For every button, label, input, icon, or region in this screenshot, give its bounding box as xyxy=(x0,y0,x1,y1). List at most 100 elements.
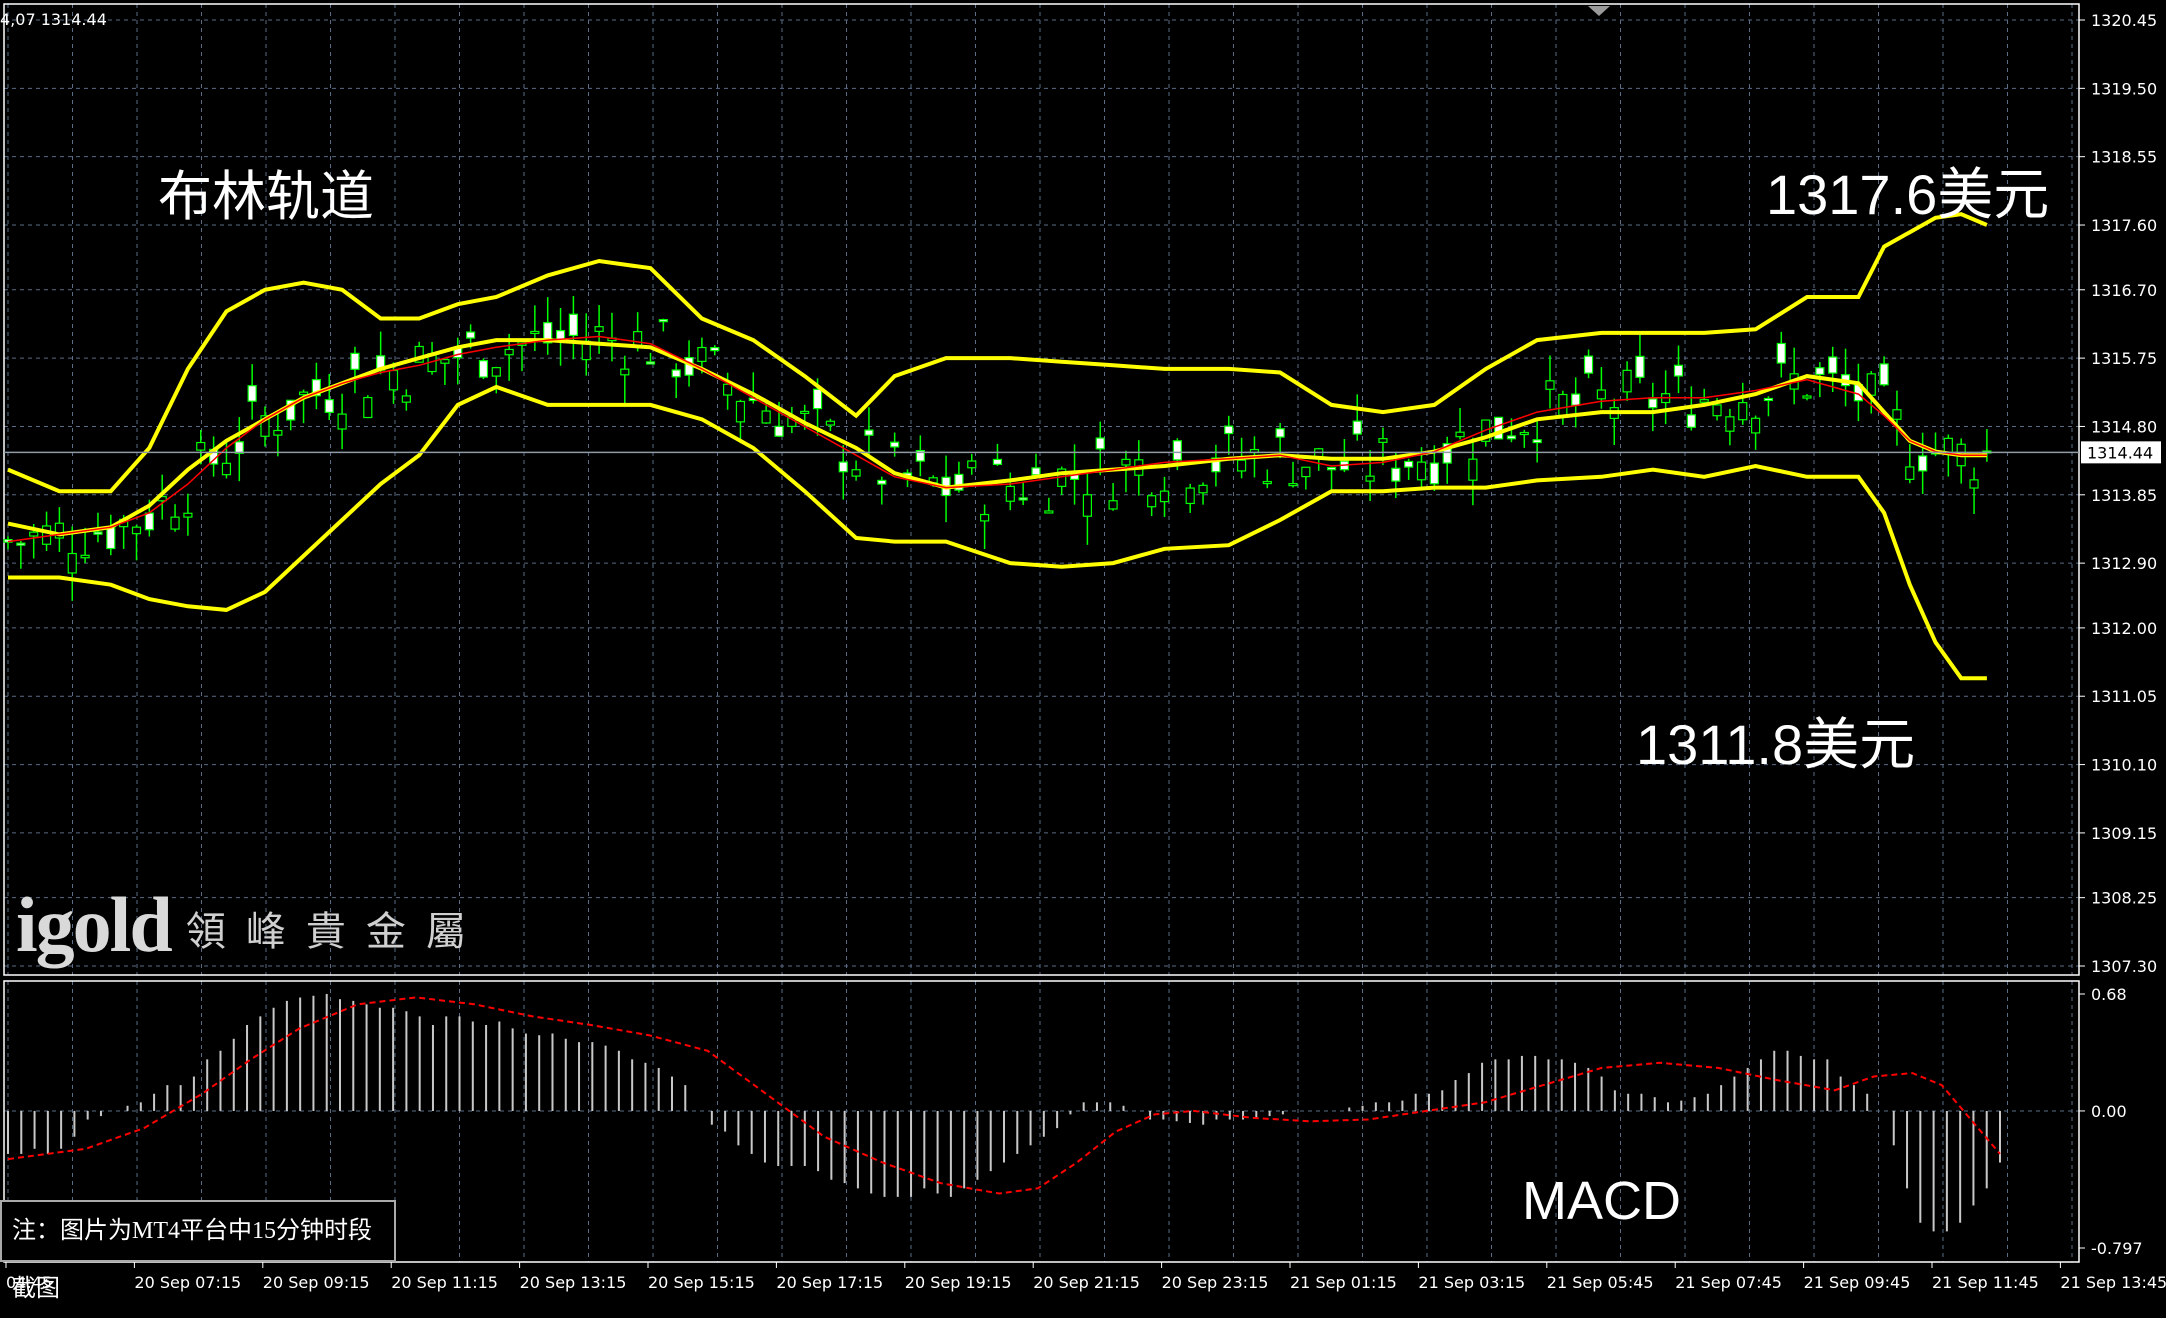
candle xyxy=(1352,394,1362,441)
chart-annotation-title: 布林轨道 xyxy=(158,165,374,228)
candle-body xyxy=(1468,458,1478,481)
candle xyxy=(1121,450,1131,493)
candle xyxy=(401,389,411,411)
candle xyxy=(260,406,270,447)
candle-body xyxy=(568,313,579,337)
candle xyxy=(710,345,720,356)
candle xyxy=(1725,408,1735,446)
candle-body xyxy=(1558,393,1568,417)
candle xyxy=(54,507,65,553)
candle xyxy=(915,435,925,477)
price-tick-label: 1312.90 xyxy=(2091,554,2157,573)
candle xyxy=(1776,331,1786,378)
candle xyxy=(1262,469,1272,489)
low-price-annotation: 1311.8美元 xyxy=(1636,713,1916,776)
time-tick-label: 21 Sep 11:45 xyxy=(1932,1273,2039,1292)
candle xyxy=(877,476,887,505)
candle-body xyxy=(1455,431,1465,438)
candle-body xyxy=(1352,420,1362,435)
candle xyxy=(1828,346,1838,393)
macd-label: MACD xyxy=(1522,1171,1681,1231)
candle xyxy=(1673,345,1684,394)
candle xyxy=(1622,361,1632,401)
candle-body xyxy=(1763,397,1774,402)
candle-body xyxy=(29,531,39,537)
candle-body xyxy=(1596,389,1607,400)
price-tick-label: 1319.50 xyxy=(2091,79,2157,98)
candle xyxy=(555,307,566,366)
candle xyxy=(1057,466,1067,496)
candle xyxy=(1545,355,1555,409)
candle-body xyxy=(1198,484,1208,494)
candle-body xyxy=(273,429,283,436)
candle-body xyxy=(1892,409,1902,420)
candle xyxy=(1082,470,1093,545)
time-tick-label: 20 Sep 19:15 xyxy=(905,1273,1012,1292)
candle xyxy=(568,295,579,360)
macd-tick-label: 0.68 xyxy=(2091,985,2127,1004)
candle-body xyxy=(645,361,656,365)
candle-body xyxy=(1044,510,1054,514)
candle-body xyxy=(1725,416,1735,432)
candle xyxy=(1018,481,1028,506)
moving-average-red-line xyxy=(7,335,1987,543)
candle-body xyxy=(1905,466,1915,480)
chart-shift-marker[interactable] xyxy=(1588,6,1610,16)
candle-body xyxy=(1943,437,1953,454)
candle xyxy=(1879,356,1889,387)
candle xyxy=(1326,466,1337,493)
candle xyxy=(1211,444,1221,487)
price-tick-label: 1307.30 xyxy=(2091,957,2157,976)
candle-body xyxy=(1686,414,1696,428)
candle xyxy=(1493,416,1504,440)
candle-body xyxy=(1108,500,1118,510)
candle-body xyxy=(1750,417,1761,434)
candle-body xyxy=(1404,460,1414,468)
time-tick-label: 20 Sep 11:15 xyxy=(391,1273,498,1292)
time-tick-label: 21 Sep 03:15 xyxy=(1418,1273,1525,1292)
candle xyxy=(311,362,321,410)
candle-body xyxy=(1532,439,1542,444)
candle xyxy=(131,524,142,561)
candle xyxy=(1609,398,1619,445)
candle-body xyxy=(1301,466,1311,478)
candle-body xyxy=(1969,479,1979,489)
candle-body xyxy=(440,358,450,364)
candle-body xyxy=(183,512,193,518)
candle-body xyxy=(1378,438,1388,443)
macd-tick-label: -0.797 xyxy=(2091,1239,2143,1258)
candle-body xyxy=(1699,399,1709,403)
candle-body xyxy=(555,330,566,340)
candle-body xyxy=(1879,363,1889,386)
candle-body xyxy=(1802,395,1812,399)
candle-body xyxy=(825,420,836,426)
price-tick-label: 1313.85 xyxy=(2091,486,2157,505)
candle-body xyxy=(1159,490,1170,503)
candle xyxy=(594,305,604,354)
candle xyxy=(427,342,437,375)
current-price-tag: 1314.44 xyxy=(2081,441,2161,464)
candle xyxy=(1442,436,1452,484)
price-tick-label: 1314.80 xyxy=(2091,417,2157,436)
candle-body xyxy=(16,542,26,546)
candle-body xyxy=(671,369,681,378)
high-price-annotation: 1317.6美元 xyxy=(1766,163,2050,226)
price-tick-label: 1318.55 xyxy=(2091,148,2157,167)
candle xyxy=(864,407,874,456)
screenshot-note: 注：图片为MT4平台中15分钟时段截图 xyxy=(0,1200,396,1302)
candle xyxy=(324,373,334,420)
candle-body xyxy=(1275,428,1285,438)
candle xyxy=(1840,348,1851,407)
candle xyxy=(671,363,681,399)
candle-body xyxy=(992,458,1003,465)
candle xyxy=(1481,419,1491,447)
candle-body xyxy=(697,346,707,363)
candle xyxy=(979,504,990,550)
candle xyxy=(1288,461,1298,488)
candle xyxy=(1750,415,1761,450)
candle-body xyxy=(1031,467,1041,476)
candle-body xyxy=(131,526,142,535)
candle-body xyxy=(864,429,874,436)
candle xyxy=(273,410,283,457)
price-tick-label: 1312.00 xyxy=(2091,619,2157,638)
